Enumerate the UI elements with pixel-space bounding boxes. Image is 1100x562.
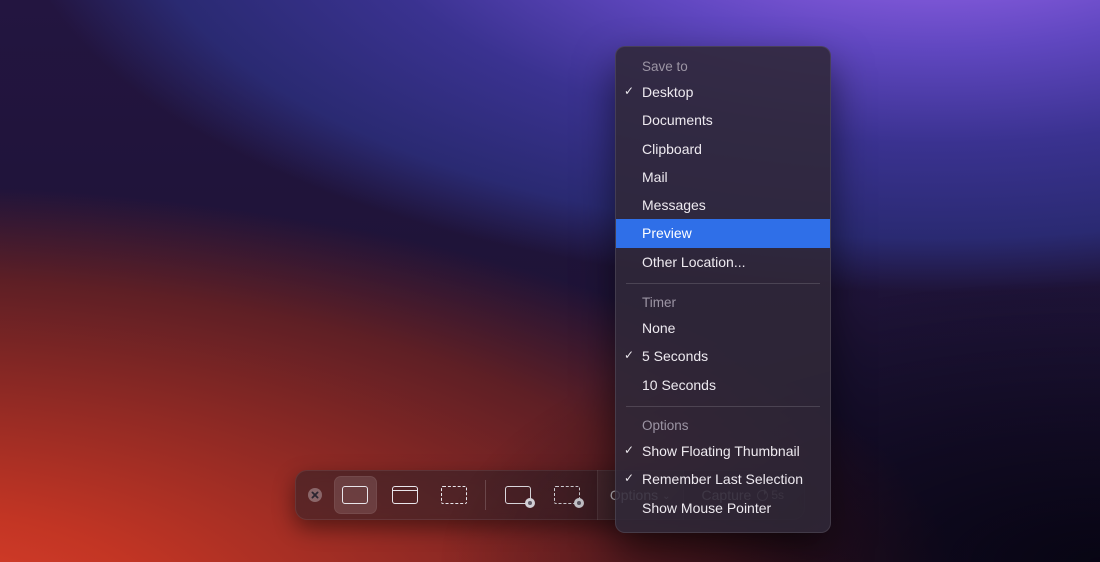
screen-record-icon (505, 486, 531, 504)
menu-item[interactable]: 10 Seconds (616, 371, 830, 399)
menu-item[interactable]: Preview (616, 219, 830, 247)
menu-item[interactable]: Messages (616, 191, 830, 219)
menu-item-label: Documents (642, 112, 713, 128)
menu-item[interactable]: Clipboard (616, 135, 830, 163)
options-popover: Save to ✓ Desktop Documents Clipboard Mail Mes… (615, 46, 831, 533)
menu-item-label: Show Floating Thumbnail (642, 443, 800, 459)
record-entire-screen-button[interactable] (496, 476, 539, 514)
screen-icon (342, 486, 368, 504)
menu-divider (626, 283, 820, 284)
close-icon (307, 487, 323, 503)
menu-item-label: Desktop (642, 84, 693, 100)
menu-item[interactable]: Show Mouse Pointer (616, 494, 830, 522)
menu-item-label: Show Mouse Pointer (642, 500, 771, 516)
menu-item-label: None (642, 320, 675, 336)
menu-section-title: Save to (616, 55, 830, 78)
menu-item[interactable]: None (616, 314, 830, 342)
menu-section-title: Options (616, 414, 830, 437)
checkmark-icon: ✓ (624, 442, 634, 459)
menu-item[interactable]: ✓ Show Floating Thumbnail (616, 437, 830, 465)
menu-item-label: Other Location... (642, 254, 746, 270)
checkmark-icon: ✓ (624, 470, 634, 487)
menu-section-title: Timer (616, 291, 830, 314)
window-icon (392, 486, 418, 504)
capture-selection-button[interactable] (432, 476, 475, 514)
checkmark-icon: ✓ (624, 347, 634, 364)
menu-item-label: Clipboard (642, 141, 702, 157)
menu-item[interactable]: ✓ Desktop (616, 78, 830, 106)
checkmark-icon: ✓ (624, 83, 634, 100)
record-selection-button[interactable] (546, 476, 589, 514)
menu-item[interactable]: Other Location... (616, 248, 830, 276)
close-button[interactable] (306, 486, 324, 504)
menu-divider (626, 406, 820, 407)
capture-entire-screen-button[interactable] (334, 476, 377, 514)
toolbar-separator (485, 480, 486, 510)
selection-icon (441, 486, 467, 504)
menu-item-label: Mail (642, 169, 668, 185)
menu-item-label: Messages (642, 197, 706, 213)
menu-item[interactable]: ✓ 5 Seconds (616, 342, 830, 370)
menu-item-label: 10 Seconds (642, 377, 716, 393)
menu-item[interactable]: Documents (616, 106, 830, 134)
menu-item-label: Preview (642, 225, 692, 241)
menu-item[interactable]: ✓ Remember Last Selection (616, 465, 830, 493)
selection-record-icon (554, 486, 580, 504)
menu-item[interactable]: Mail (616, 163, 830, 191)
menu-item-label: Remember Last Selection (642, 471, 803, 487)
menu-item-label: 5 Seconds (642, 348, 708, 364)
desktop-wallpaper: Save to ✓ Desktop Documents Clipboard Mail Mes… (0, 0, 1100, 562)
capture-window-button[interactable] (383, 476, 426, 514)
